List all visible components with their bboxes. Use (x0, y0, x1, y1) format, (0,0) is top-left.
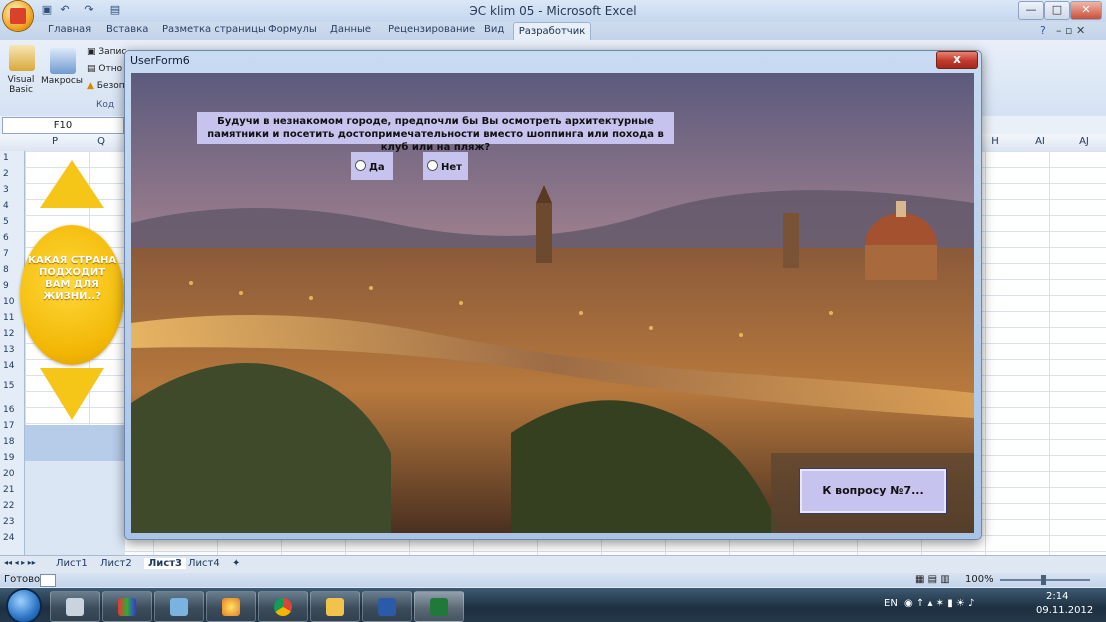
zoom-level[interactable]: 100% (965, 574, 994, 585)
chrome-icon (274, 598, 292, 616)
clock-date[interactable]: 09.11.2012 (1036, 605, 1093, 616)
excel-icon (430, 598, 448, 616)
column-header[interactable]: AI (1025, 136, 1055, 147)
option-yes[interactable]: Да (351, 152, 393, 180)
tab-page-layout[interactable]: Разметка страницы (162, 24, 266, 35)
visual-basic-icon[interactable] (9, 45, 35, 71)
row-header[interactable]: 2 (0, 169, 25, 179)
row-header[interactable]: 18 (0, 437, 25, 447)
tray-icons[interactable]: ◉ ↑ ▴ ✶ ▮ ☀ ♪ (904, 598, 974, 609)
selected-rows-band (25, 461, 125, 555)
sheet-tab[interactable]: Лист2 (100, 558, 132, 569)
row-header[interactable]: 14 (0, 361, 25, 371)
insert-sheet-icon[interactable]: ✦ (232, 558, 240, 569)
window-title: ЭС klim 05 - Microsoft Excel (469, 4, 637, 18)
tab-data[interactable]: Данные (330, 24, 371, 35)
maximize-button[interactable]: □ (1044, 1, 1070, 20)
taskbar-word[interactable] (362, 591, 412, 622)
code-group-label: Код (95, 100, 115, 110)
sheet-tab-active[interactable]: Лист3 (144, 558, 186, 569)
row-header[interactable]: 5 (0, 217, 25, 227)
workbook-controls[interactable]: – ▫ ✕ (1056, 24, 1085, 37)
row-header[interactable]: 4 (0, 201, 25, 211)
view-buttons[interactable]: ▦ ▤ ▥ (915, 574, 950, 585)
column-header[interactable]: H (985, 136, 1005, 147)
tab-insert[interactable]: Вставка (106, 24, 148, 35)
start-button[interactable] (8, 590, 40, 622)
option-no[interactable]: Нет (423, 152, 468, 180)
status-ready: Готово (4, 574, 41, 585)
row-header[interactable]: 17 (0, 421, 25, 431)
name-box[interactable]: F10 (2, 117, 124, 134)
radio-icon[interactable] (427, 160, 438, 171)
row-header[interactable]: 19 (0, 453, 25, 463)
sheet-nav-arrows[interactable]: ◂◂ ◂ ▸ ▸▸ (4, 558, 36, 567)
help-icon[interactable]: ? (1040, 24, 1046, 37)
taskbar-app[interactable] (154, 591, 204, 622)
macro-security-button[interactable]: ▲ Безоп (87, 81, 125, 91)
arrow-up-shape[interactable] (40, 160, 104, 208)
office-button[interactable] (3, 1, 33, 31)
arrow-down-shape[interactable] (40, 368, 104, 420)
taskbar-books[interactable] (102, 591, 152, 622)
selected-rows-band (25, 425, 125, 461)
question-label: Будучи в незнакомом городе, предпочли бы… (197, 112, 674, 153)
calculator-icon (66, 598, 84, 616)
language-indicator[interactable]: EN (884, 598, 898, 609)
macros-icon[interactable] (50, 48, 76, 74)
row-header[interactable]: 23 (0, 517, 25, 527)
macros-label[interactable]: Макросы (40, 76, 84, 86)
folder-icon (326, 598, 344, 616)
tab-review[interactable]: Рецензирование (388, 24, 475, 35)
tab-developer[interactable]: Разработчик (513, 22, 591, 41)
row-header[interactable]: 1 (0, 153, 25, 163)
row-header[interactable]: 22 (0, 501, 25, 511)
row-header[interactable]: 20 (0, 469, 25, 479)
zoom-slider-thumb[interactable] (1041, 575, 1046, 585)
paint-icon (222, 598, 240, 616)
sheet-tab[interactable]: Лист4 (188, 558, 220, 569)
userform-close-button[interactable]: x (936, 51, 978, 69)
taskbar-paint[interactable] (206, 591, 256, 622)
minimize-button[interactable]: — (1018, 1, 1044, 20)
column-header[interactable]: P (40, 136, 70, 147)
row-header[interactable]: 12 (0, 329, 25, 339)
userform-title: UserForm6 (130, 54, 190, 67)
word-icon (378, 598, 396, 616)
row-header[interactable]: 21 (0, 485, 25, 495)
record-macro-button[interactable]: ▣ Запис (87, 47, 126, 57)
row-header[interactable]: 15 (0, 381, 25, 391)
tab-home[interactable]: Главная (48, 24, 91, 35)
relative-refs-button[interactable]: ▤ Отно (87, 64, 122, 74)
row-header[interactable]: 8 (0, 265, 25, 275)
row-header[interactable]: 24 (0, 533, 25, 543)
taskbar-excel[interactable] (414, 591, 464, 622)
clock-time[interactable]: 2:14 (1046, 591, 1068, 602)
tab-view[interactable]: Вид (484, 24, 504, 35)
column-header[interactable]: Q (86, 136, 116, 147)
column-header[interactable]: AJ (1072, 136, 1096, 147)
tab-formulas[interactable]: Формулы (268, 24, 317, 35)
taskbar-calculator[interactable] (50, 591, 100, 622)
books-icon (118, 598, 136, 616)
row-header[interactable]: 7 (0, 249, 25, 259)
question-circle-text: КАКАЯ СТРАНА ПОДХОДИТ ВАМ ДЛЯ ЖИЗНИ..? (27, 255, 117, 302)
app-icon (170, 598, 188, 616)
row-header[interactable]: 16 (0, 405, 25, 415)
close-window-button[interactable]: ✕ (1070, 1, 1102, 20)
macro-record-icon[interactable] (40, 574, 56, 587)
sheet-tab[interactable]: Лист1 (56, 558, 88, 569)
row-header[interactable]: 3 (0, 185, 25, 195)
row-header[interactable]: 6 (0, 233, 25, 243)
taskbar-explorer[interactable] (310, 591, 360, 622)
next-question-button[interactable]: К вопросу №7... (799, 468, 947, 514)
taskbar-chrome[interactable] (258, 591, 308, 622)
radio-icon[interactable] (355, 160, 366, 171)
row-header[interactable]: 13 (0, 345, 25, 355)
visual-basic-label[interactable]: Visual Basic (3, 75, 39, 95)
